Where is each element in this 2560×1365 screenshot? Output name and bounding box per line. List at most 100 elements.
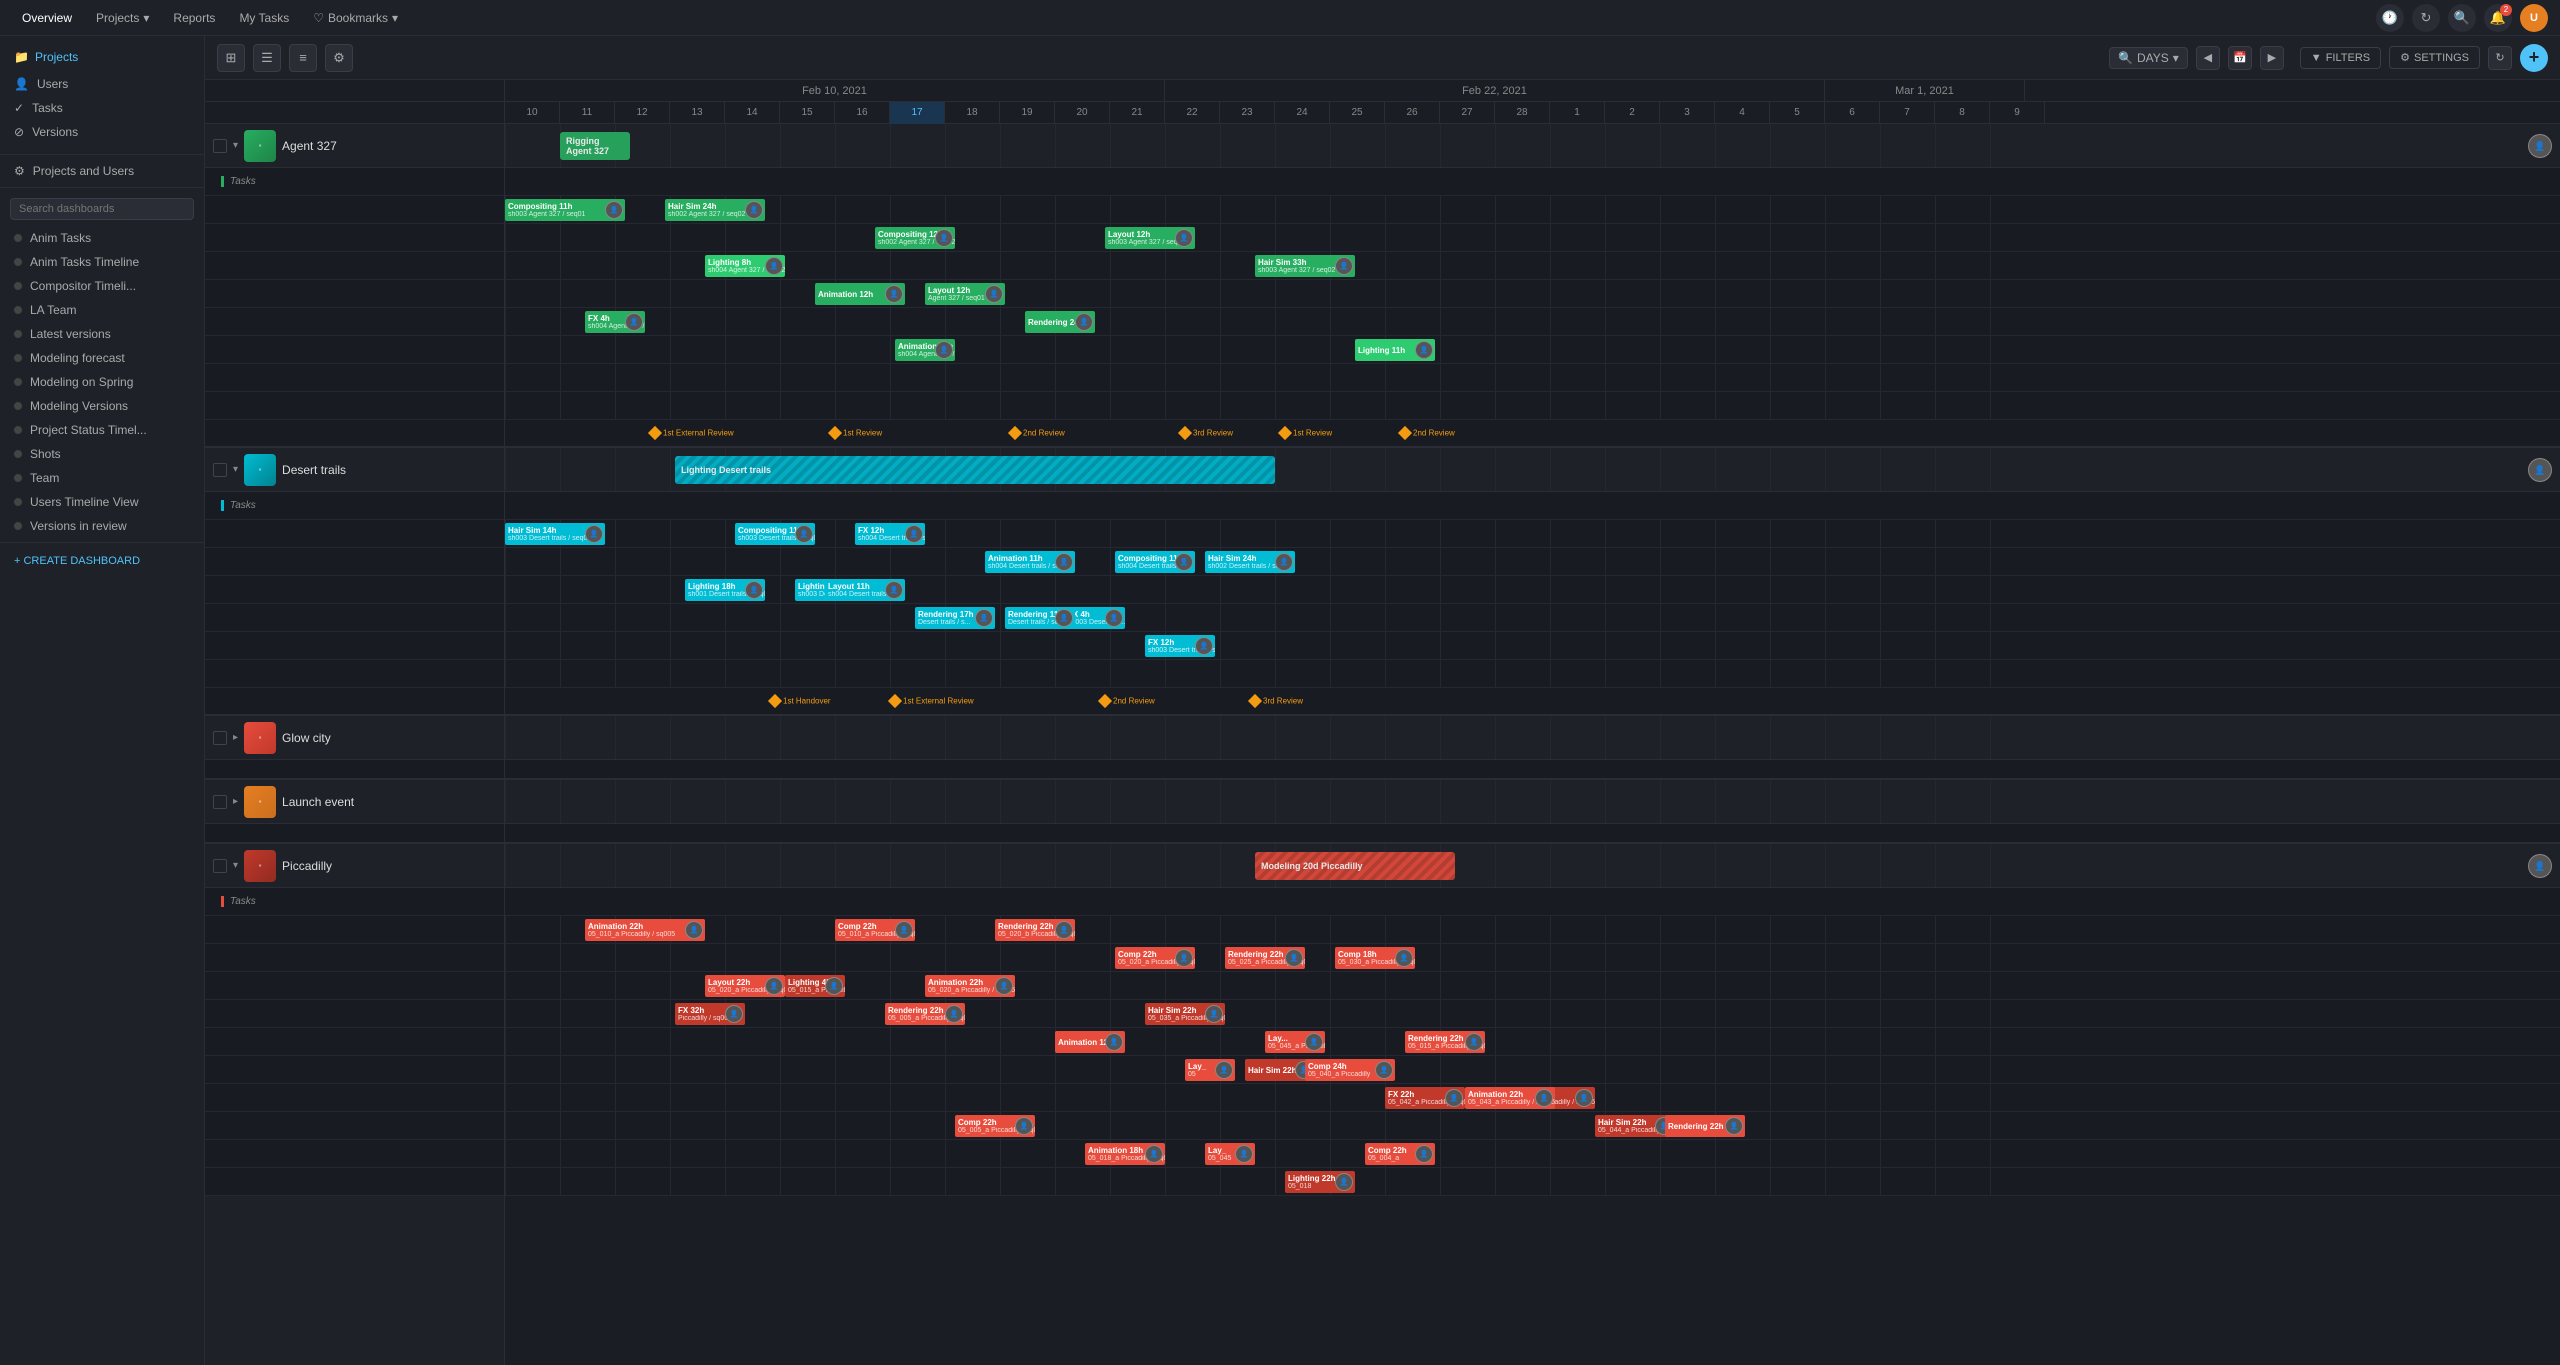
- sidebar-item-versions[interactable]: ⊘ Versions: [0, 120, 204, 144]
- task-left-row-0-1: [205, 224, 504, 252]
- view-grid-btn[interactable]: ⊞: [217, 44, 245, 72]
- left-header-spacer: [205, 80, 504, 124]
- tasks-label-4: Tasks: [205, 888, 504, 916]
- sidebar-item-users-timeline-view[interactable]: Users Timeline View: [0, 490, 204, 514]
- tasks-label-right-1: [505, 492, 2560, 520]
- add-project-btn[interactable]: +: [2520, 44, 2548, 72]
- sidebar-item-team[interactable]: Team: [0, 466, 204, 490]
- task-left-row-0-4: [205, 308, 504, 336]
- timeline-header: Feb 10, 2021Feb 22, 2021Mar 1, 2021 1011…: [505, 80, 2560, 124]
- task-left-row-1-5: [205, 660, 504, 688]
- sidebar-item-users[interactable]: 👤 Users: [0, 72, 204, 96]
- nav-projects[interactable]: Projects ▾: [86, 7, 159, 29]
- task-left-row-4-8: [205, 1140, 504, 1168]
- sidebar-item-modeling-versions[interactable]: Modeling Versions: [0, 394, 204, 418]
- nav-my-tasks[interactable]: My Tasks: [229, 7, 299, 29]
- task-left-row-4-4: [205, 1028, 504, 1056]
- refresh-icon[interactable]: ↻: [2412, 4, 2440, 32]
- left-project-header-0: ▾ ▪ Agent 327: [205, 124, 504, 168]
- nav-bookmarks[interactable]: ♡ Bookmarks ▾: [303, 7, 408, 29]
- task-right-row-0-7: [505, 392, 2560, 420]
- nav-overview[interactable]: Overview: [12, 7, 82, 29]
- task-left-row-4-6: [205, 1084, 504, 1112]
- bell-icon[interactable]: 🔔 2: [2484, 4, 2512, 32]
- project-checkbox-0[interactable]: [213, 139, 227, 153]
- milestones-left-0: [205, 420, 504, 448]
- milestones-left-1: [205, 688, 504, 716]
- timeline-next-btn[interactable]: ▶: [2260, 46, 2284, 70]
- sidebar-item-shots[interactable]: Shots: [0, 442, 204, 466]
- timeline-calendar-btn[interactable]: 📅: [2228, 46, 2252, 70]
- dashboard-list: Anim TasksAnim Tasks TimelineCompositor …: [0, 226, 204, 538]
- view-timeline-btn[interactable]: ≡: [289, 44, 317, 72]
- task-right-row-1-4: FX 12hsh003 Desert trails / seq01👤: [505, 632, 2560, 660]
- task-left-row-4-0: [205, 916, 504, 944]
- timeline-prev-btn[interactable]: ◀: [2196, 46, 2220, 70]
- task-right-row-1-0: Hair Sim 14hsh003 Desert trails / seq01👤…: [505, 520, 2560, 548]
- filters-btn[interactable]: ▼ FILTERS: [2300, 47, 2381, 69]
- project-checkbox-1[interactable]: [213, 463, 227, 477]
- project-name-1: Desert trails: [282, 463, 346, 477]
- create-dashboard-btn[interactable]: + CREATE DASHBOARD: [0, 547, 204, 575]
- sidebar-item-projects-and-users[interactable]: ⚙ Projects and Users: [0, 159, 204, 183]
- search-icon[interactable]: 🔍: [2448, 4, 2476, 32]
- task-right-row-4-8: Animation 18h05_018_a Piccadilly / sq005…: [505, 1140, 2560, 1168]
- tasks-label-right-0: [505, 168, 2560, 196]
- sidebar-item-latest-versions[interactable]: Latest versions: [0, 322, 204, 346]
- toolbar-right: 🔍 DAYS ▾ ◀ 📅 ▶ ▼ FILTERS ⚙ SETTINGS ↻ +: [2109, 44, 2548, 72]
- task-left-row-4-9: [205, 1168, 504, 1196]
- task-left-row-1-2: [205, 576, 504, 604]
- sidebar-search-input[interactable]: [10, 198, 194, 220]
- left-project-header-4: ▾ ▪ Piccadilly: [205, 844, 504, 888]
- milestones-right-1: 1st Handover1st External Review2nd Revie…: [505, 688, 2560, 716]
- project-thumb-2: ▪: [244, 722, 276, 754]
- project-checkbox-2[interactable]: [213, 731, 227, 745]
- task-left-row-1-1: [205, 548, 504, 576]
- milestones-right-0: 1st External Review1st Review2nd Review3…: [505, 420, 2560, 448]
- view-list-btn[interactable]: ☰: [253, 44, 281, 72]
- nav-reports[interactable]: Reports: [163, 7, 225, 29]
- right-project-header-3: [505, 780, 2560, 824]
- sidebar-projects-section: 📁 Projects 👤 Users ✓ Tasks ⊘ Versions: [0, 36, 204, 150]
- task-right-row-0-6: [505, 364, 2560, 392]
- clock-icon[interactable]: 🕐: [2376, 4, 2404, 32]
- task-right-row-4-3: FX 32hPiccadilly / sq005👤Rendering 22h05…: [505, 1000, 2560, 1028]
- task-left-row-4-1: [205, 944, 504, 972]
- sidebar-item-modeling-forecast[interactable]: Modeling forecast: [0, 346, 204, 370]
- refresh-gantt-btn[interactable]: ↻: [2488, 46, 2512, 70]
- right-timeline-panel[interactable]: Feb 10, 2021Feb 22, 2021Mar 1, 2021 1011…: [505, 80, 2560, 1365]
- tasks-label-0: Tasks: [205, 168, 504, 196]
- right-project-header-1: Lighting Desert trails👤: [505, 448, 2560, 492]
- main-content: ⊞ ☰ ≡ ⚙ 🔍 DAYS ▾ ◀ 📅 ▶ ▼ FILTERS: [205, 36, 2560, 1365]
- project-name-3: Launch event: [282, 795, 354, 809]
- task-right-row-4-0: Animation 22h05_010_a Piccadilly / sq005…: [505, 916, 2560, 944]
- sidebar-item-project-status-timel...[interactable]: Project Status Timel...: [0, 418, 204, 442]
- task-right-row-4-7: Hair Sim 22h05_044_a Piccadilly👤Renderin…: [505, 1112, 2560, 1140]
- sidebar-item-la-team[interactable]: LA Team: [0, 298, 204, 322]
- sidebar-item-tasks[interactable]: ✓ Tasks: [0, 96, 204, 120]
- sidebar-item-compositor-timeli...[interactable]: Compositor Timeli...: [0, 274, 204, 298]
- sidebar-item-versions-in-review[interactable]: Versions in review: [0, 514, 204, 538]
- top-nav: Overview Projects ▾ Reports My Tasks ♡ B…: [0, 0, 2560, 36]
- task-right-row-1-1: Animation 11hsh004 Desert trails / seq01…: [505, 548, 2560, 576]
- task-right-row-1-3: Rendering 17hDesert trails / s...👤FX 4hs…: [505, 604, 2560, 632]
- project-name-0: Agent 327: [282, 139, 337, 153]
- task-right-row-1-5: [505, 660, 2560, 688]
- task-right-row-4-5: Lay_05👤Hair Sim 22h👤Comp 24h05_040_a Pic…: [505, 1056, 2560, 1084]
- days-selector[interactable]: 🔍 DAYS ▾: [2109, 47, 2188, 69]
- sidebar-item-anim-tasks-timeline[interactable]: Anim Tasks Timeline: [0, 250, 204, 274]
- sidebar-item-anim-tasks[interactable]: Anim Tasks: [0, 226, 204, 250]
- task-left-row-1-3: [205, 604, 504, 632]
- task-right-row-0-2: Hair Sim 33hsh003 Agent 327 / seq02👤Ligh…: [505, 252, 2560, 280]
- project-checkbox-4[interactable]: [213, 859, 227, 873]
- settings-btn[interactable]: ⚙: [325, 44, 353, 72]
- task-left-row-0-0: [205, 196, 504, 224]
- user-avatar[interactable]: U: [2520, 4, 2548, 32]
- task-left-row-1-4: [205, 632, 504, 660]
- sidebar-item-modeling-on-spring[interactable]: Modeling on Spring: [0, 370, 204, 394]
- project-thumb-0: ▪: [244, 130, 276, 162]
- sidebar-projects-header: 📁 Projects: [0, 42, 204, 72]
- right-project-header-2: [505, 716, 2560, 760]
- project-checkbox-3[interactable]: [213, 795, 227, 809]
- gantt-settings-btn[interactable]: ⚙ SETTINGS: [2389, 46, 2480, 69]
